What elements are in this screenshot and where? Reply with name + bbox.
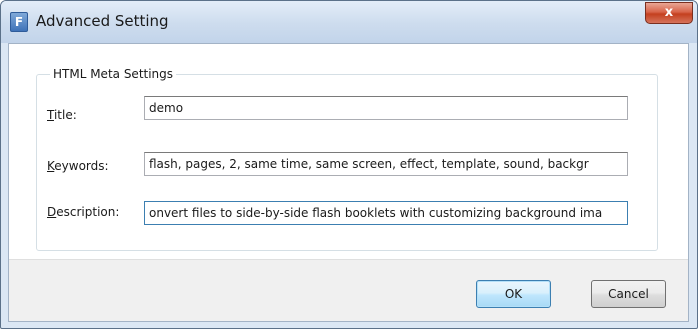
ok-button[interactable]: OK: [476, 280, 551, 308]
content-area: HTML Meta Settings Title: Keywords: Desc…: [9, 44, 688, 259]
title-bar[interactable]: F Advanced Setting x: [1, 1, 697, 43]
window-title: Advanced Setting: [36, 12, 169, 30]
description-label-text: escription:: [56, 205, 120, 219]
title-label: Title:: [47, 107, 77, 123]
close-button[interactable]: x: [645, 2, 693, 24]
app-logo-icon: F: [10, 12, 28, 32]
close-icon: x: [664, 5, 674, 20]
keywords-input[interactable]: [144, 152, 628, 176]
advanced-setting-dialog: F Advanced Setting x HTML Meta Settings …: [0, 0, 698, 329]
cancel-button[interactable]: Cancel: [591, 280, 666, 308]
footer-divider: [9, 259, 688, 260]
title-label-text: itle:: [53, 108, 77, 122]
title-input[interactable]: [144, 96, 628, 120]
app-icon-letter: F: [14, 15, 24, 29]
keywords-label: Keywords:: [47, 158, 109, 174]
description-label: Description:: [47, 204, 119, 220]
group-legend: HTML Meta Settings: [50, 66, 177, 82]
description-label-accel: D: [47, 205, 57, 219]
title-label-accel: T: [47, 108, 54, 122]
description-input[interactable]: [144, 201, 628, 225]
keywords-label-text: eywords:: [54, 159, 109, 173]
dialog-body: HTML Meta Settings Title: Keywords: Desc…: [8, 43, 689, 322]
